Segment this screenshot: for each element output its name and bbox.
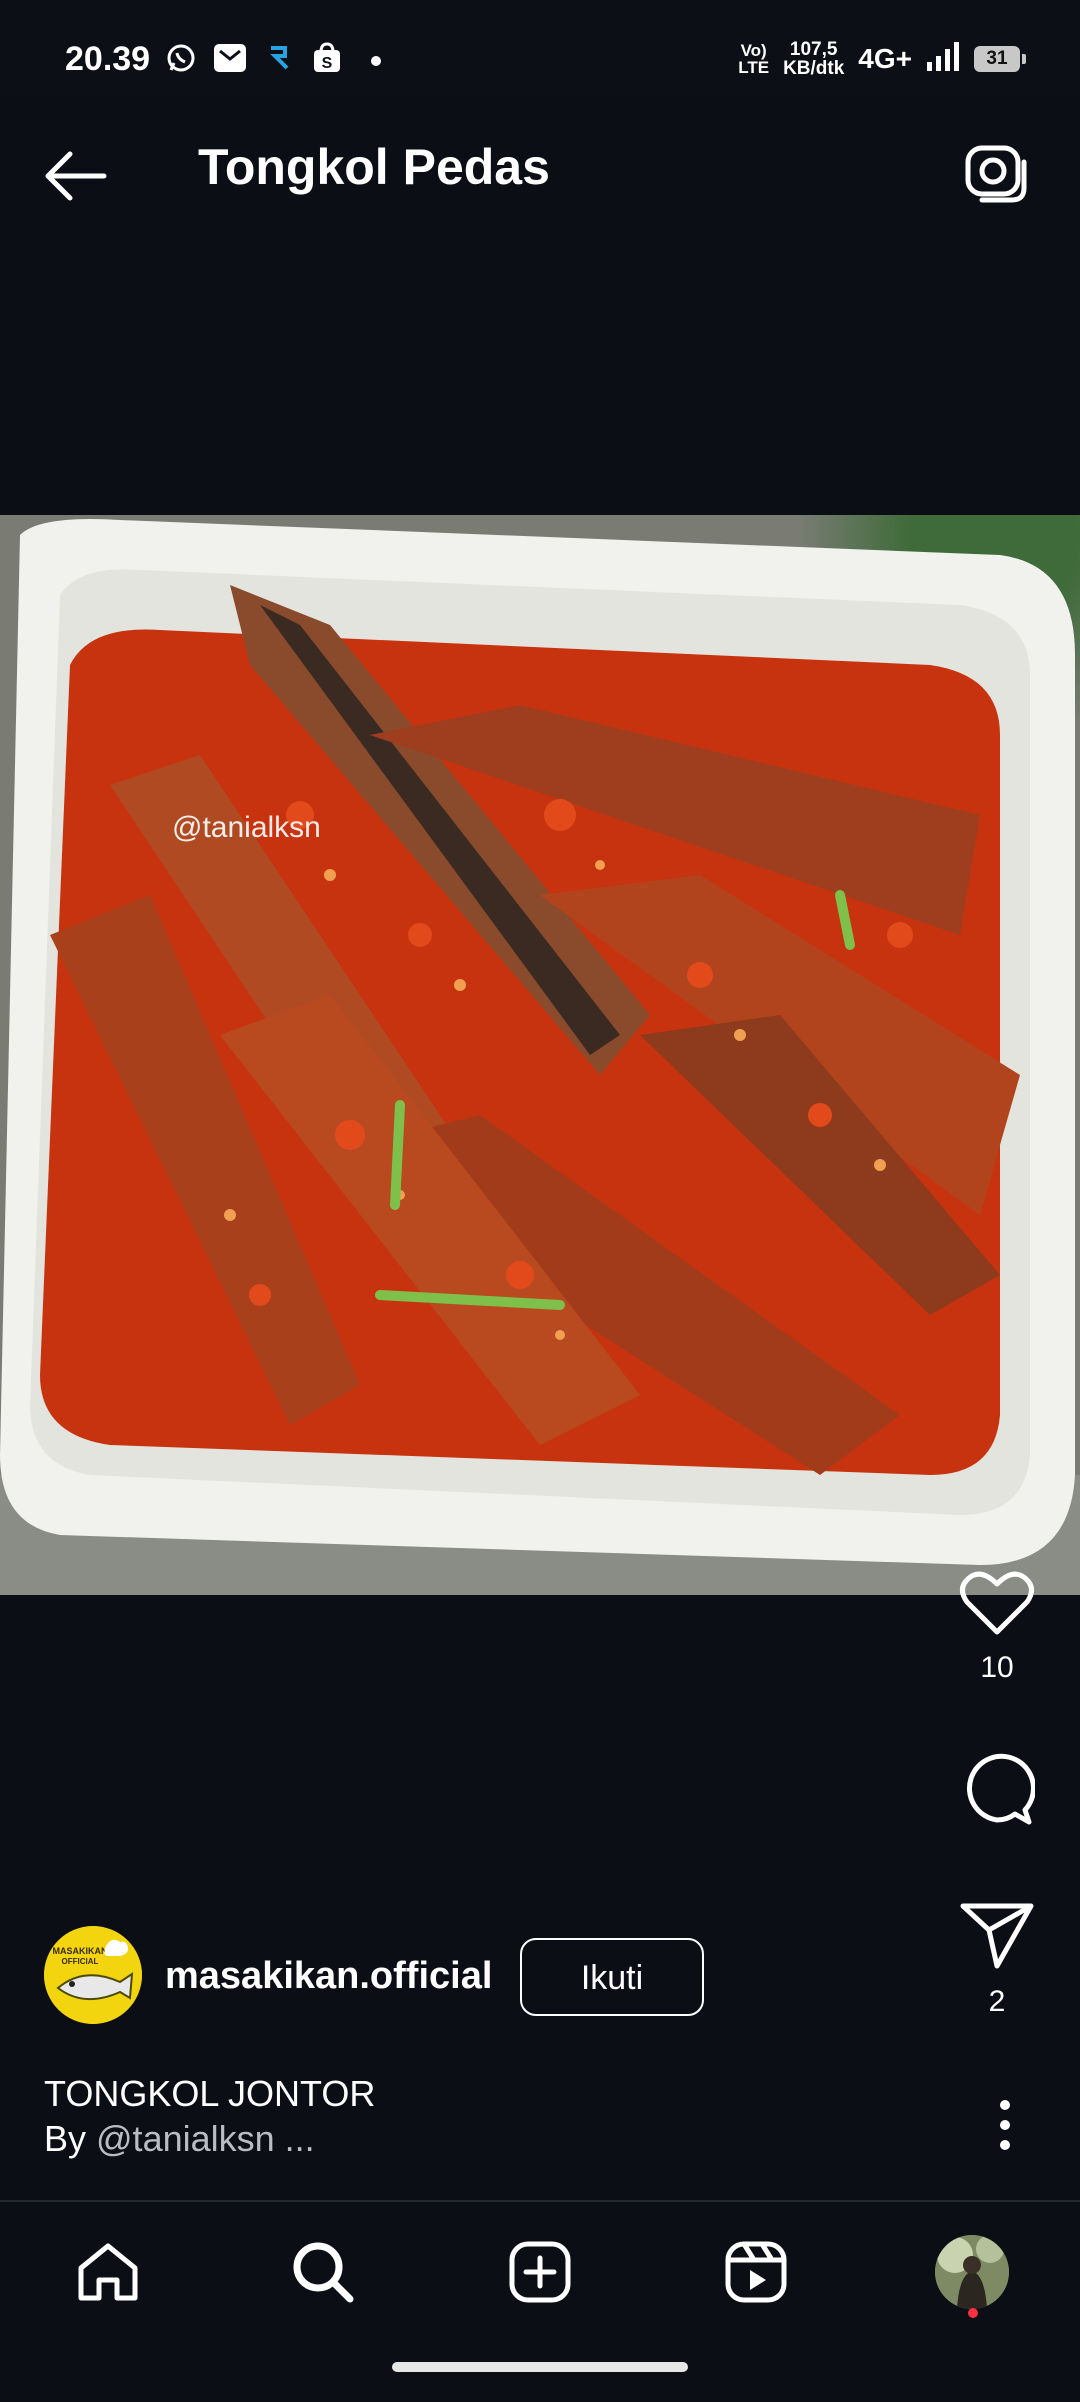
network-type: Vo) LTE — [738, 42, 769, 76]
back-button[interactable] — [40, 146, 110, 206]
status-right: Vo) LTE 107,5 KB/dtk 4G+ 31 — [738, 40, 1026, 78]
like-count: 10 — [980, 1651, 1014, 1684]
camera-icon — [965, 145, 1027, 203]
mail-icon — [213, 42, 247, 79]
nav-home[interactable] — [68, 2232, 148, 2312]
comment-action — [952, 1750, 1042, 1831]
author-name[interactable]: masakikan.official — [165, 1955, 492, 1998]
comment-icon — [966, 1753, 1036, 1825]
author-avatar[interactable]: MASAKIKAN OFFICIAL — [44, 1926, 142, 2024]
network-label: 4G+ — [858, 43, 912, 74]
whatsapp-icon — [165, 42, 197, 79]
home-indicator[interactable] — [392, 2362, 688, 2372]
caption-more[interactable]: ... — [275, 2118, 315, 2159]
share-count: 2 — [988, 1985, 1006, 2018]
follow-button[interactable]: Ikuti — [520, 1938, 704, 2016]
home-icon — [78, 2243, 138, 2301]
net-type-line1: Vo) — [740, 41, 767, 60]
add-post-icon — [509, 2241, 571, 2303]
photo-watermark: @tanialksn — [172, 811, 321, 844]
nav-profile-avatar[interactable] — [935, 2235, 1009, 2309]
search-icon — [293, 2242, 354, 2303]
app-icon — [265, 42, 293, 79]
caption-title: TONGKOL JONTOR — [44, 2073, 376, 2114]
caption-by-prefix: By — [44, 2118, 97, 2159]
more-options-button[interactable] — [985, 2095, 1025, 2155]
svg-text:MASAKIKAN: MASAKIKAN — [53, 1946, 108, 1956]
heart-icon — [960, 1571, 1034, 1635]
svg-text:S: S — [322, 55, 333, 72]
caption-mention[interactable]: @tanialksn — [96, 2118, 275, 2159]
nav-create[interactable] — [500, 2232, 580, 2312]
post-photo[interactable]: @tanialksn — [0, 515, 1080, 1595]
nav-search[interactable] — [283, 2232, 363, 2312]
send-icon — [960, 1903, 1034, 1969]
shop-icon: S — [311, 42, 343, 79]
caption-by[interactable]: By @tanialksn ... — [44, 2118, 315, 2160]
comment-button[interactable] — [952, 1750, 1042, 1831]
signal-icon — [926, 41, 960, 77]
dot-icon — [370, 54, 382, 72]
food-illustration: @tanialksn — [0, 519, 1080, 1595]
profile-avatar — [935, 2235, 1009, 2309]
reels-icon — [725, 2241, 787, 2303]
speed-unit: KB/dtk — [783, 58, 845, 79]
status-time: 20.39 — [65, 40, 151, 78]
net-type-line2: LTE — [738, 58, 770, 77]
like-action: 10 — [952, 1570, 1042, 1685]
more-vertical-icon — [1000, 2100, 1010, 2150]
camera-button[interactable] — [962, 140, 1028, 206]
header: Tongkol Pedas — [0, 110, 1080, 230]
like-button[interactable] — [952, 1570, 1042, 1641]
notification-dot — [968, 2308, 978, 2318]
masakikan-logo: MASAKIKAN OFFICIAL — [44, 1926, 142, 2024]
battery-indicator: 31 — [974, 46, 1026, 72]
share-button[interactable] — [952, 1900, 1042, 1975]
arrow-left-icon — [45, 151, 107, 201]
network-speed: 107,5 KB/dtk — [783, 40, 844, 78]
page-title: Tongkol Pedas — [198, 139, 550, 195]
nav-reels[interactable] — [716, 2232, 796, 2312]
share-action: 2 — [952, 1900, 1042, 2019]
svg-text:OFFICIAL: OFFICIAL — [62, 1957, 99, 1966]
speed-value: 107,5 — [789, 39, 838, 60]
status-bar: 20.39 S Vo) LTE 107,5 KB/dtk 4G+ 31 — [0, 0, 1080, 95]
